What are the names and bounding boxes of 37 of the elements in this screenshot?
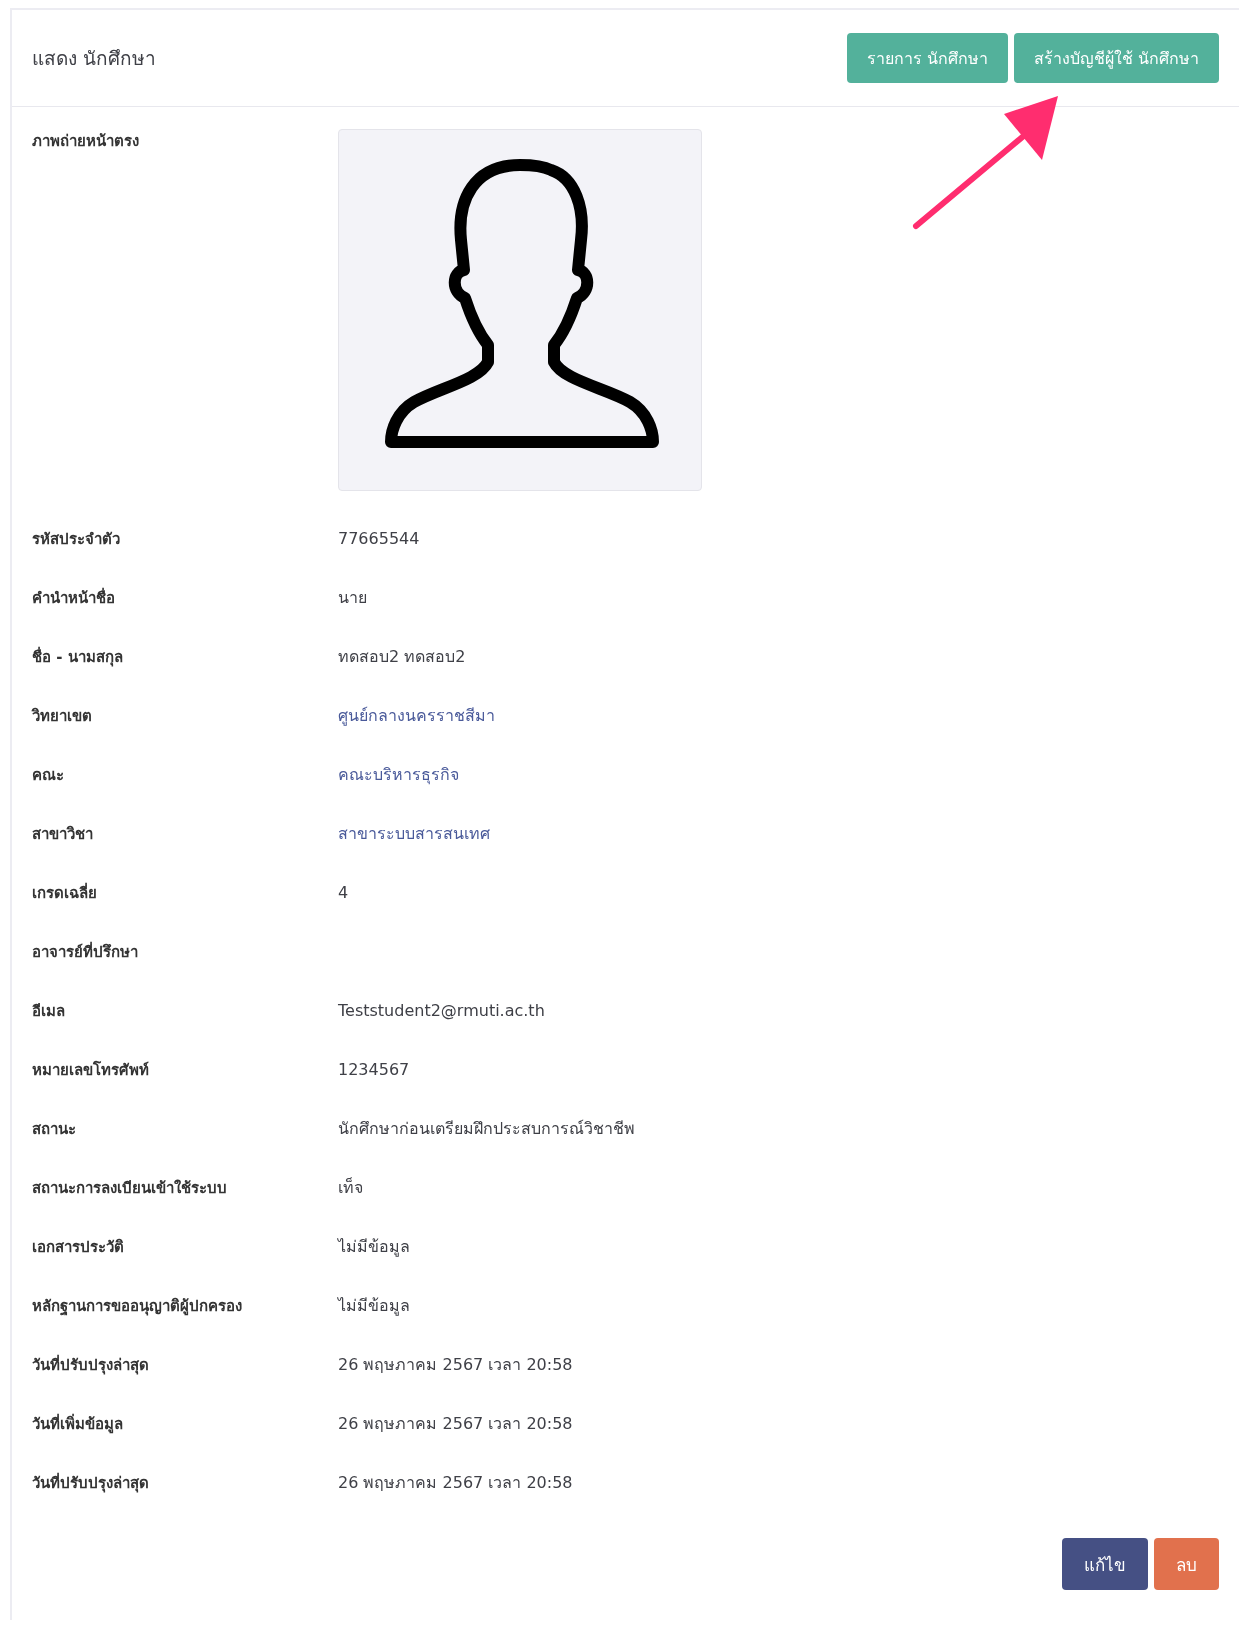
field-value: 1234567 <box>338 1060 410 1079</box>
field-value: Teststudent2@rmuti.ac.th <box>338 1001 545 1020</box>
field-link[interactable]: สาขาระบบสารสนเทศ <box>338 824 490 843</box>
field-value: นักศึกษาก่อนเตรียมฝึกประสบการณ์วิชาชีพ <box>338 1119 635 1138</box>
page-title: แสดง นักศึกษา <box>32 46 157 71</box>
field-value: 77665544 <box>338 529 420 548</box>
person-silhouette-icon <box>385 159 659 448</box>
field-value: 4 <box>338 883 349 902</box>
field-label: สาขาวิชา <box>32 824 93 843</box>
field-value: 26 พฤษภาคม 2567 เวลา 20:58 <box>338 1355 573 1374</box>
field-label: เกรดเฉลี่ย <box>32 883 97 902</box>
field-value: 26 พฤษภาคม 2567 เวลา 20:58 <box>338 1414 573 1433</box>
field-link[interactable]: ศูนย์กลางนครราชสีมา <box>338 706 495 725</box>
field-label: เอกสารประวัติ <box>32 1237 124 1256</box>
field-label: วันที่ปรับปรุงล่าสุด <box>32 1473 149 1492</box>
field-label: รหัสประจำตัว <box>32 529 120 548</box>
field-label: อาจารย์ที่ปรึกษา <box>32 942 138 961</box>
field-value: ไม่มีข้อมูล <box>338 1296 410 1315</box>
field-label: สถานะ <box>32 1119 76 1138</box>
field-label: ชื่อ - นามสกุล <box>32 647 123 666</box>
field-label: อีเมล <box>32 1001 65 1020</box>
field-label: ภาพถ่ายหน้าตรง <box>32 132 139 150</box>
field-label: สถานะการลงเบียนเข้าใช้ระบบ <box>32 1178 227 1197</box>
field-label: วันที่ปรับปรุงล่าสุด <box>32 1355 149 1374</box>
field-value: นาย <box>338 588 367 607</box>
field-label: หลักฐานการขออนุญาติผู้ปกครอง <box>32 1296 242 1315</box>
field-value: ไม่มีข้อมูล <box>338 1237 410 1256</box>
field-value: ทดสอบ2 ทดสอบ2 <box>338 647 466 666</box>
field-link[interactable]: คณะบริหารธุรกิจ <box>338 765 459 784</box>
field-label: วิทยาเขต <box>32 706 92 725</box>
field-label: หมายเลขโทรศัพท์ <box>32 1060 149 1079</box>
field-label: คณะ <box>32 765 64 784</box>
field-value: เท็จ <box>338 1178 363 1197</box>
field-label: วันที่เพิ่มข้อมูล <box>32 1414 123 1433</box>
field-label: คำนำหน้าชื่อ <box>32 588 115 607</box>
field-value: 26 พฤษภาคม 2567 เวลา 20:58 <box>338 1473 573 1492</box>
edit-button[interactable]: แก้ไข <box>1062 1538 1148 1590</box>
